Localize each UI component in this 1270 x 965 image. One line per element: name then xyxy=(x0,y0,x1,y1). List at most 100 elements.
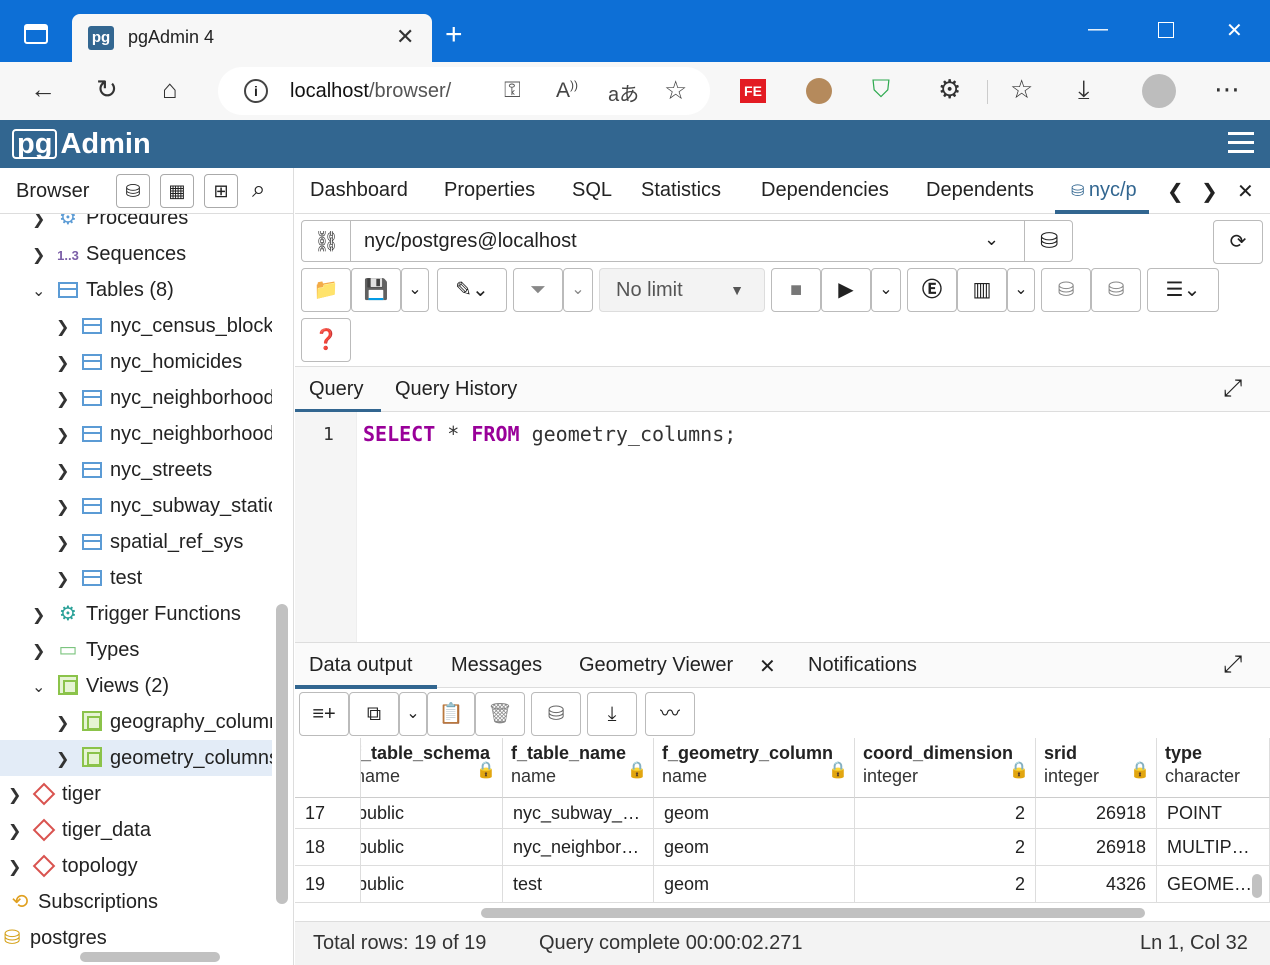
window-close-button[interactable]: ✕ xyxy=(1226,18,1243,43)
grid-cell[interactable]: 4326 xyxy=(1036,866,1157,903)
tree-node[interactable]: ❯ nyc_neighborhoods xyxy=(0,380,272,416)
back-icon[interactable]: ← xyxy=(30,74,56,105)
row-limit-select[interactable]: No limit ▼ xyxy=(599,268,765,312)
tree-node[interactable]: ⛁ postgres xyxy=(0,920,272,956)
chevron-right-icon[interactable]: ❯ xyxy=(56,526,80,560)
chevron-right-icon[interactable]: ❯ xyxy=(56,382,80,416)
column-header[interactable]: coord_dimension integer 🔒 xyxy=(855,738,1036,798)
chevron-right-icon[interactable]: ❯ xyxy=(8,814,32,848)
tree-node[interactable]: ❯ nyc_neighborhoods xyxy=(0,416,272,452)
grid-cell[interactable]: public xyxy=(361,866,503,903)
grid-cell[interactable]: nyc_subway_stations xyxy=(503,798,654,829)
stop-query-button[interactable]: ■ xyxy=(771,268,821,312)
chevron-right-icon[interactable]: ❯ xyxy=(32,598,56,632)
filtered-rows-button[interactable]: ⊞ xyxy=(204,174,238,208)
chevron-right-icon[interactable]: ❯ xyxy=(8,850,32,884)
more-menu-icon[interactable]: ⋯ xyxy=(1214,74,1240,105)
filter-button[interactable]: ⏷ xyxy=(513,268,563,312)
refresh-connection-button[interactable]: ⟳ xyxy=(1213,220,1263,264)
fe-extension-icon[interactable]: FE xyxy=(740,79,766,103)
delete-button[interactable]: 🗑 xyxy=(475,692,525,736)
tree-node[interactable]: ❯ tiger xyxy=(0,776,272,812)
tree-node[interactable]: ⌄ Tables (8) xyxy=(0,272,272,308)
row-number[interactable]: 19 xyxy=(295,866,361,903)
tab-scroll-left-icon[interactable]: ❮ xyxy=(1167,179,1184,204)
tab-properties[interactable]: Properties xyxy=(444,179,535,202)
grid-cell[interactable]: test xyxy=(503,866,654,903)
tab-dashboard[interactable]: Dashboard xyxy=(310,179,408,202)
chevron-right-icon[interactable]: ❯ xyxy=(56,490,80,524)
password-key-icon[interactable]: ⚿ xyxy=(504,77,521,103)
new-connection-icon[interactable]: ⛁ xyxy=(1040,228,1058,254)
edit-menu-button[interactable]: ✎⌄ xyxy=(437,268,507,312)
chevron-right-icon[interactable]: ❯ xyxy=(56,418,80,452)
execute-options-chevron-icon[interactable]: ⌄ xyxy=(871,268,901,312)
maximize-button[interactable] xyxy=(1158,22,1174,38)
grid-cell[interactable]: public xyxy=(361,798,503,829)
grid-cell[interactable]: public xyxy=(361,829,503,866)
row-number[interactable]: 17 xyxy=(295,798,361,829)
tab-statistics[interactable]: Statistics xyxy=(641,179,721,202)
grid-cell[interactable]: 2 xyxy=(855,798,1036,829)
grid-cell[interactable]: geom xyxy=(654,798,855,829)
column-header[interactable]: type character xyxy=(1157,738,1270,798)
tree-node[interactable]: ⟲ Subscriptions xyxy=(0,884,272,920)
graph-visualiser-button[interactable]: 〰 xyxy=(645,692,695,736)
tab-geometry-viewer[interactable]: Geometry Viewer xyxy=(579,654,733,677)
explain-options-chevron-icon[interactable]: ⌄ xyxy=(1007,268,1035,312)
tree-node[interactable]: ❯ ⚙ Procedures xyxy=(0,214,272,236)
tree-node[interactable]: ❯ topology xyxy=(0,848,272,884)
filter-options-chevron-icon[interactable]: ⌄ xyxy=(563,268,593,312)
tree-node[interactable]: ❯ nyc_subway_stations xyxy=(0,488,272,524)
row-number[interactable]: 18 xyxy=(295,829,361,866)
chevron-right-icon[interactable]: ❯ xyxy=(56,742,80,776)
rollback-button[interactable]: ⛁ xyxy=(1091,268,1141,312)
extensions-icon[interactable]: ⚙ xyxy=(938,74,961,105)
tab-actions-icon[interactable] xyxy=(24,24,48,44)
downloads-icon[interactable]: ⤓ xyxy=(1078,74,1090,106)
tab-data-output[interactable]: Data output xyxy=(309,654,412,677)
copy-options-chevron-icon[interactable]: ⌄ xyxy=(399,692,427,736)
connection-selector[interactable]: ⛓ nyc/postgres@localhost ⌄ ⛁ xyxy=(301,220,1073,262)
download-button[interactable]: ⤓ xyxy=(587,692,637,736)
grid-vertical-scrollbar[interactable] xyxy=(1252,874,1262,898)
save-data-button[interactable]: ⛁ xyxy=(531,692,581,736)
tab-sql[interactable]: SQL xyxy=(572,179,612,202)
new-tab-button[interactable]: + xyxy=(445,20,463,50)
explain-button[interactable]: Ⓔ xyxy=(907,268,957,312)
grid-cell[interactable]: geom xyxy=(654,866,855,903)
chevron-right-icon[interactable]: ❯ xyxy=(32,238,56,272)
explain-analyze-button[interactable]: ▥ xyxy=(957,268,1007,312)
favorites-icon[interactable]: ☆ xyxy=(1010,74,1033,105)
grid-cell[interactable]: nyc_neighborhoods xyxy=(503,829,654,866)
site-info-icon[interactable]: i xyxy=(244,79,268,103)
tree-node[interactable]: ❯ spatial_ref_sys xyxy=(0,524,272,560)
tree-node[interactable]: ❯ geography_columns xyxy=(0,704,272,740)
search-icon[interactable]: ⌕ xyxy=(252,176,265,204)
view-data-button[interactable]: ▦ xyxy=(160,174,194,208)
chevron-right-icon[interactable]: ❯ xyxy=(56,454,80,488)
save-file-button[interactable]: 💾 xyxy=(351,268,401,312)
hamburger-menu-icon[interactable] xyxy=(1228,132,1254,159)
translate-icon[interactable]: aあ xyxy=(608,78,639,107)
tree-node[interactable]: ❯ nyc_census_blocks xyxy=(0,308,272,344)
read-aloud-icon[interactable]: A)) xyxy=(556,78,578,103)
tab-close-icon[interactable]: ✕ xyxy=(396,24,414,50)
tree-node[interactable]: ⌄ Views (2) xyxy=(0,668,272,704)
grid-horizontal-scrollbar[interactable] xyxy=(481,908,1145,918)
add-row-button[interactable]: ≡+ xyxy=(299,692,349,736)
close-geometry-viewer-icon[interactable]: ✕ xyxy=(759,654,776,679)
grid-cell[interactable]: geom xyxy=(654,829,855,866)
tree-node[interactable]: ❯ nyc_homicides xyxy=(0,344,272,380)
column-header[interactable]: f_table_name name 🔒 xyxy=(503,738,654,798)
close-tab-icon[interactable]: ✕ xyxy=(1237,179,1254,204)
sql-editor[interactable]: 1 SELECT * FROM geometry_columns; xyxy=(295,412,1270,642)
chevron-right-icon[interactable]: ❯ xyxy=(56,706,80,740)
grid-cell[interactable]: POINT xyxy=(1157,798,1270,829)
open-file-button[interactable]: 📁 xyxy=(301,268,351,312)
tree-node[interactable]: ❯ geometry_columns xyxy=(0,740,272,776)
tab-query-tool[interactable]: ⛁ nyc/p xyxy=(1071,179,1137,202)
tree-vertical-scrollbar[interactable] xyxy=(276,604,288,904)
add-favorite-icon[interactable]: ☆ xyxy=(664,75,687,106)
connection-status-icon[interactable]: ⛓ xyxy=(314,229,339,254)
